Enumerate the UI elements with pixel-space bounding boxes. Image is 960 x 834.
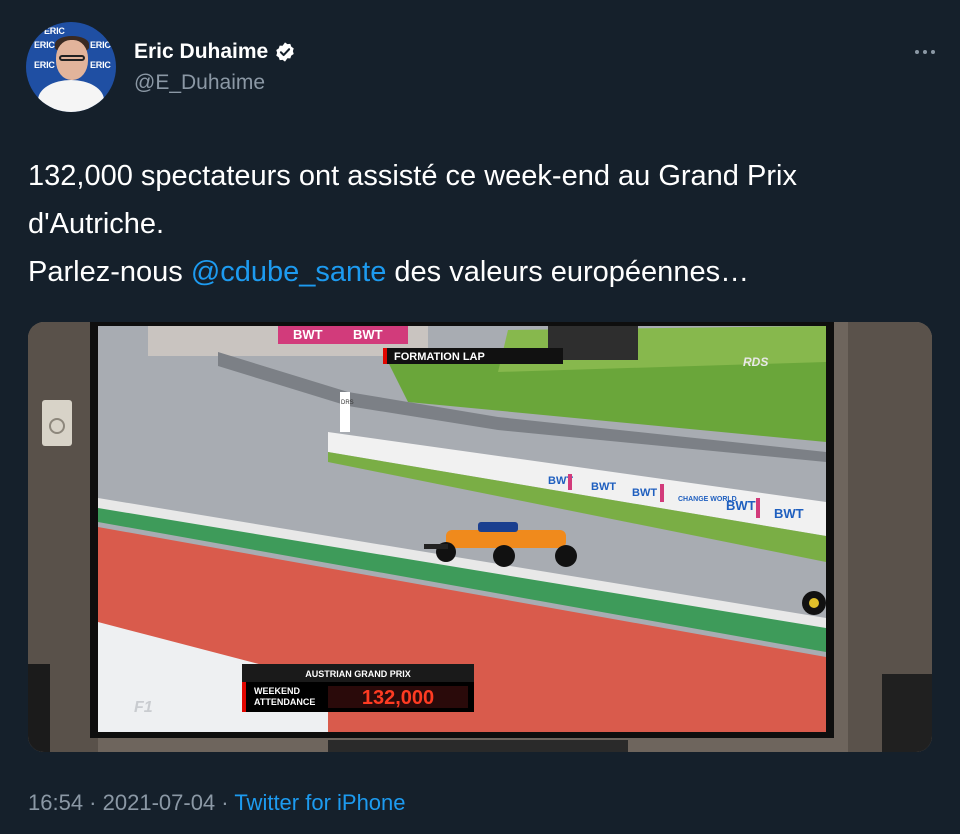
svg-text:BWT: BWT (293, 327, 323, 342)
tweet-line-2: Parlez-nous @cdube_sante des valeurs eur… (28, 256, 750, 288)
avatar-glasses (59, 55, 85, 61)
tv-photo: BWT BWT FORMATION LAP RDS DRS BWT BWT BW… (28, 322, 932, 752)
left-speaker (28, 664, 50, 752)
tweet-meta: 16:54 · 2021-07-04 · Twitter for iPhone (28, 790, 406, 815)
dots-icon (915, 50, 935, 54)
svg-text:BWT: BWT (632, 487, 657, 499)
verified-badge-icon (276, 42, 294, 62)
tweet-media-photo[interactable]: BWT BWT FORMATION LAP RDS DRS BWT BWT BW… (28, 322, 932, 752)
attendance-value: 132,000 (362, 687, 434, 709)
author-handle[interactable]: @E_Duhaime (134, 71, 265, 95)
author-name[interactable]: Eric Duhaime (134, 40, 296, 64)
tv-stand (328, 740, 628, 752)
tweet-date[interactable]: 2021-07-04 (103, 790, 216, 815)
attendance-graphic: AUSTRIAN GRAND PRIX WEEKEND ATTENDANCE 1… (242, 664, 474, 712)
tweet-header: ERIC ERIC ERIC ERIC ERIC Eric Duhaime @E… (26, 22, 936, 114)
tweet-line-1: 132,000 spectateurs ont assisté ce week-… (28, 160, 797, 240)
svg-text:BWT: BWT (774, 506, 804, 521)
tv-screen: BWT BWT FORMATION LAP RDS DRS BWT BWT BW… (98, 326, 826, 732)
tweet-source-link[interactable]: Twitter for iPhone (234, 790, 405, 815)
avatar-shirt (38, 80, 104, 112)
tweet-text: 132,000 spectateurs ont assisté ce week-… (28, 152, 928, 296)
thermostat (42, 400, 72, 446)
svg-text:AUSTRIAN GRAND PRIX: AUSTRIAN GRAND PRIX (305, 669, 411, 679)
svg-text:BWT: BWT (591, 481, 616, 493)
f1-logo: F1 (134, 699, 153, 716)
mention-link[interactable]: @cdube_sante (191, 256, 387, 288)
svg-text:BWT: BWT (353, 327, 383, 342)
svg-text:FORMATION LAP: FORMATION LAP (394, 351, 485, 363)
right-speaker (882, 674, 932, 752)
svg-text:BWT: BWT (726, 498, 756, 513)
svg-text:ATTENDANCE: ATTENDANCE (254, 697, 315, 707)
avatar[interactable]: ERIC ERIC ERIC ERIC ERIC (26, 22, 116, 112)
svg-text:DRS: DRS (341, 400, 354, 406)
svg-text:WEEKEND: WEEKEND (254, 686, 301, 696)
more-horizontal-icon[interactable] (914, 38, 936, 61)
channel-logo: RDS (743, 355, 768, 369)
tweet-time[interactable]: 16:54 (28, 790, 83, 815)
